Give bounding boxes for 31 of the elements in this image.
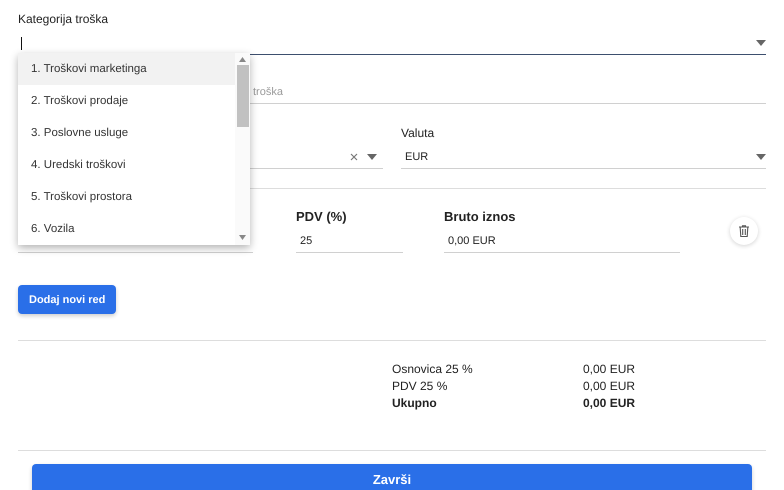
dropdown-option[interactable]: 6. Vozila	[18, 213, 235, 245]
text-cursor	[21, 36, 22, 50]
field-label: PDV (%)	[296, 209, 348, 226]
gross-field[interactable]: 0,00 EUR	[444, 230, 680, 253]
field-label: Bruto iznos	[444, 209, 516, 226]
summary-label: Osnovica 25 %	[392, 362, 474, 376]
summary-value: 0,00 EUR	[583, 362, 636, 376]
vat-field[interactable]: 25	[296, 230, 403, 253]
scroll-up-icon[interactable]	[239, 57, 246, 62]
vat-input[interactable]: 25	[296, 235, 403, 247]
caret-icon[interactable]	[756, 40, 766, 46]
trash-icon	[739, 225, 749, 237]
caret-icon[interactable]	[756, 154, 766, 160]
gross-input[interactable]: 0,00 EUR	[444, 235, 680, 247]
summary-value: 0,00 EUR	[583, 379, 636, 393]
field-label: Valuta	[401, 126, 436, 142]
scroll-down-icon[interactable]	[239, 235, 246, 240]
dropdown-option[interactable]: 1. Troškovi marketinga	[18, 53, 235, 85]
currency-input[interactable]: EUR	[401, 151, 756, 163]
summary-value: 0,00 EUR	[583, 396, 636, 410]
scrollbar[interactable]	[235, 53, 250, 245]
scroll-thumb[interactable]	[236, 65, 248, 127]
caret-icon[interactable]	[367, 154, 377, 160]
clear-icon[interactable]	[350, 153, 358, 161]
summary-label: PDV 25 %	[392, 379, 448, 393]
finish-button[interactable]: Završi	[32, 464, 752, 490]
currency-select[interactable]: EUR	[401, 146, 766, 169]
summary-label: Ukupno	[392, 396, 438, 410]
delete-button[interactable]	[730, 217, 758, 245]
add-row-button[interactable]: Dodaj novi red	[18, 285, 116, 314]
field-label: Kategorija troška	[18, 12, 110, 28]
